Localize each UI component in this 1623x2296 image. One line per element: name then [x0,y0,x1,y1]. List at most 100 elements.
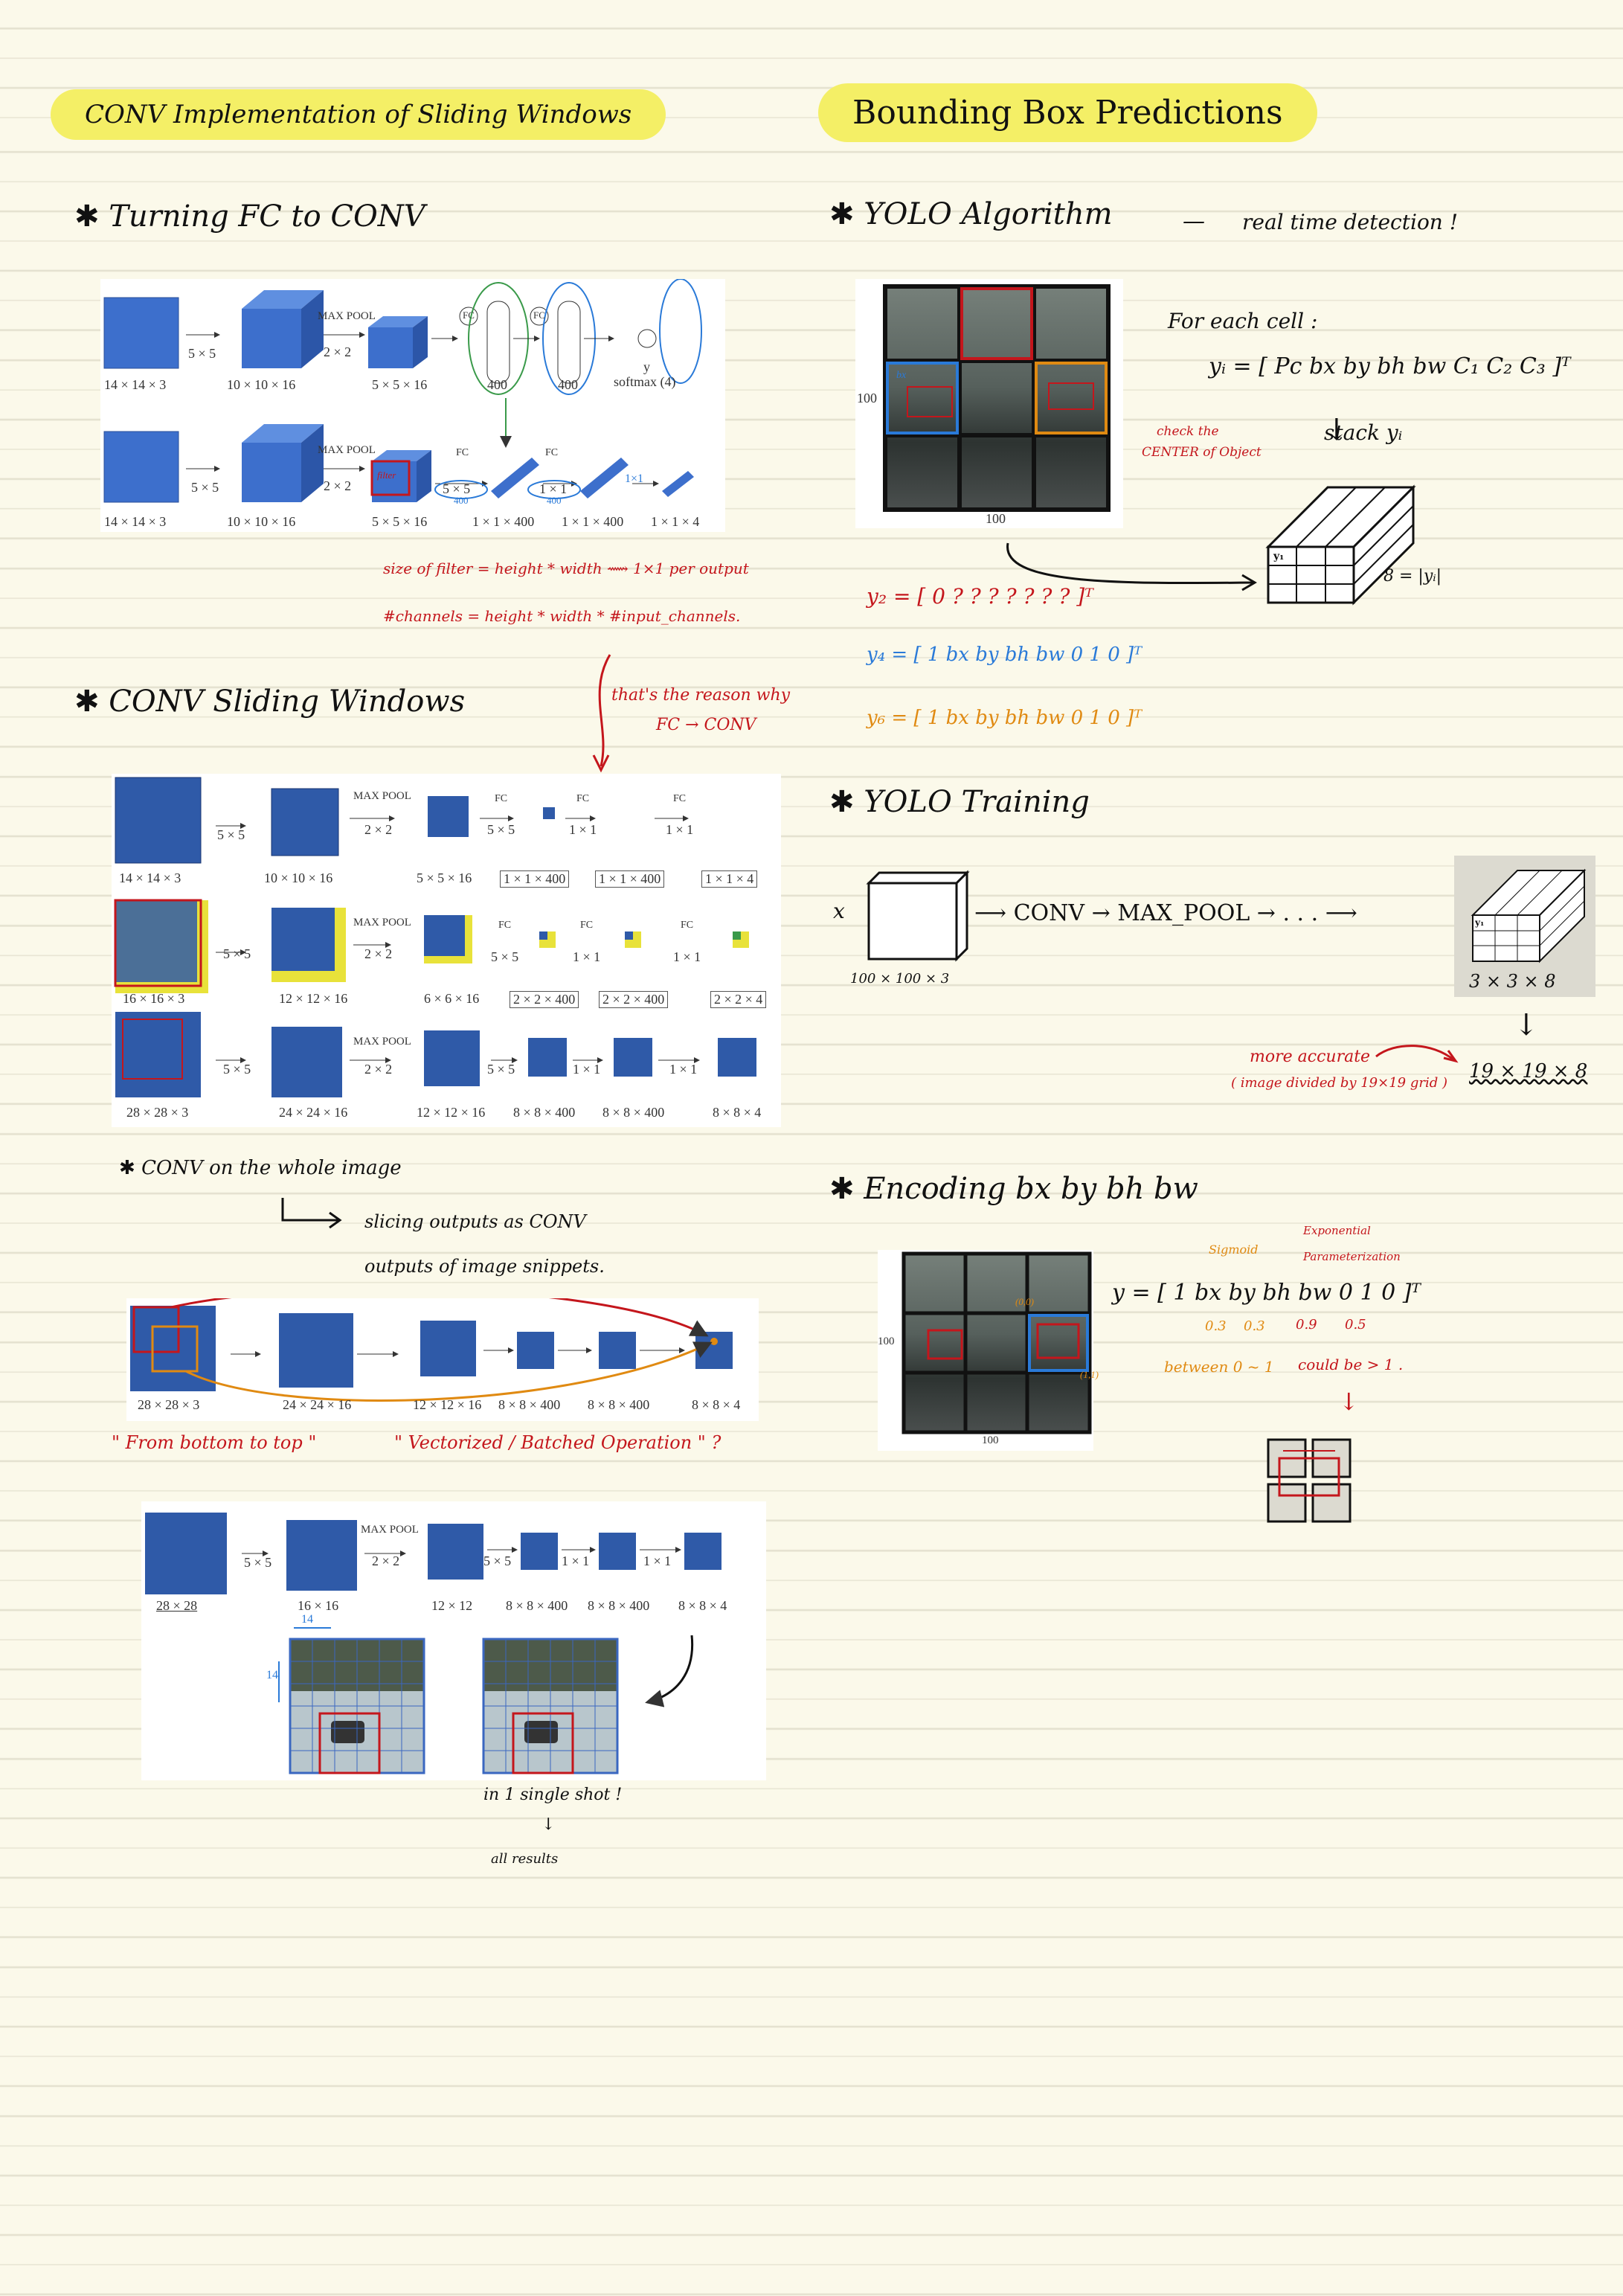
kernel-label: 5 × 5 [223,1062,251,1077]
fc-conv-bar-3 [662,471,694,497]
dim-label: 16 × 16 × 3 [123,991,185,1006]
reason-note: that's the reason why [611,686,791,705]
dim-label: 24 × 24 × 16 [279,1105,348,1120]
bh-value: 0.9 [1296,1317,1317,1333]
pool-grid-12 [420,1321,476,1376]
out-8x8 [695,1332,733,1369]
notes-page: { "left": { "title": "CONV Implementatio… [0,0,1623,2296]
conv-grid-24 [279,1313,353,1388]
kernel-label: 5 × 5 [188,346,216,361]
dim-label: 2 × 2 × 4 [710,991,767,1008]
dim-label: 8 × 8 × 400 [498,1397,561,1412]
dim-label: 2 × 2 × 400 [510,991,579,1008]
units-label: 400 [454,495,469,506]
dash: — [1183,208,1205,234]
dim-label: 6 × 6 × 16 [424,991,480,1006]
fc-layer-1 [486,301,510,384]
output-volume-3x3x8 [1265,484,1416,606]
cell-6-box [1035,362,1108,434]
dim-label: 10 × 10 × 16 [227,514,296,529]
axis-label-100: 100 [857,391,877,405]
star-icon: ✱ [74,684,100,719]
dim-label: 2 × 2 × 400 [599,991,669,1008]
for-each-cell: For each cell : [1168,309,1318,333]
heading-conv-sliding-windows: ✱ CONV Sliding Windows [74,684,466,719]
out-8x8 [528,1038,567,1077]
bw-value: 0.5 [1345,1317,1366,1333]
fc-to-conv-figure: 14 × 14 × 3 10 × 10 × 16 5 × 5 × 16 5 × … [100,278,725,532]
star-icon: ✱ [119,1157,135,1179]
y1-label: y₁ [1475,917,1485,928]
kernel-label: 5 × 5 [487,1062,515,1077]
star-icon: ✱ [829,1172,855,1206]
out-8x8 [599,1533,636,1570]
dim-label: 8 × 8 × 400 [588,1397,650,1412]
dim-label: 1 × 1 × 4 [651,514,700,529]
bottom-to-top-note: " From bottom to top " [112,1432,317,1453]
red-arrow-icon [592,654,611,773]
input-dims: 100 × 100 × 3 [850,971,950,987]
fc-label: FC [681,920,694,931]
kernel-label: 1 × 1 [573,1062,601,1077]
pool-size-label: 2 × 2 [324,478,352,493]
right-arrow-icon: ⟶ [1325,900,1357,926]
vectorized-note: " Vectorized / Batched Operation " ? [394,1432,721,1453]
fc-label: FC [498,920,512,931]
dim-label: 8 × 8 × 400 [506,1598,568,1613]
right-page-title: Bounding Box Predictions [818,83,1317,142]
yolo-grid-overlay [883,284,1111,512]
y-label: y [643,359,650,374]
channels-note: #channels = height * width * #input_chan… [383,607,741,625]
heading-yolo-training: ✱ YOLO Training [829,785,1090,819]
kernel-label: 5 × 5 [223,946,251,961]
out-cell [543,807,555,819]
bx-value: 0.3 [1205,1318,1227,1334]
maxpool-label: MAX POOL [353,917,411,929]
size-label: 14 [266,1669,278,1681]
snippets-note: outputs of image snippets. [364,1256,605,1277]
pool-size-label: 2 × 2 [372,1553,400,1568]
dim-label: 24 × 24 × 16 [283,1397,352,1412]
parameterization-label: Parameterization [1303,1250,1401,1263]
fc-label: FC [456,447,469,458]
dim-label: 8 × 8 × 4 [713,1105,762,1120]
sigmoid-label: Sigmoid [1209,1242,1259,1257]
pool-size-label: 2 × 2 [364,822,393,837]
dim-label: 1 × 1 × 400 [562,514,624,529]
kernel-label: 1 × 1 [569,822,597,837]
conv-cube-bottom [242,443,301,502]
dim-label: 8 × 8 × 4 [692,1397,741,1412]
maxpool-label: MAX POOL [353,790,411,802]
yi-vector: yᵢ = [ Pc bx by bh bw C₁ C₂ C₃ ]ᵀ [1209,353,1571,379]
y4-vector: y₄ = [ 1 bx by bh bw 0 1 0 ]ᵀ [867,644,1142,666]
maxpool-label: MAX POOL [318,310,376,322]
single-shot-figure: 28 × 28 16 × 16 12 × 12 8 × 8 × 400 8 × … [141,1501,766,1780]
dim-label: 10 × 10 × 16 [227,377,296,392]
dim-label: 14 × 14 × 3 [104,377,167,392]
out-8x8 [517,1332,554,1369]
kernel-label: 5 × 5 [244,1555,272,1570]
red-arrow-icon [1375,1045,1459,1063]
y6-vector: y₆ = [ 1 bx by bh bw 0 1 0 ]ᵀ [867,707,1142,729]
y2-vector: y₂ = [ 0 ? ? ? ? ? ? ? ]ᵀ [867,584,1093,609]
input-grid-28 [115,1012,201,1097]
whole-image-figure: 28 × 28 × 3 24 × 24 × 16 12 × 12 × 16 8 … [126,1287,759,1421]
exponential-label: Exponential [1303,1224,1371,1237]
fc-label: FC [495,793,508,804]
dim-label: 1 × 1 × 4 [701,870,758,888]
conv-cube-top [242,309,301,368]
maxpool-label: MAX POOL [353,1036,411,1048]
eight-note: 8 = |yᵢ| [1383,567,1442,586]
fc-to-conv-note: FC → CONV [656,716,756,734]
axis-label-100: 100 [878,1335,895,1347]
star-icon: ✱ [74,199,100,234]
kernel-label: 5 × 5 [491,949,519,964]
maxpool-label: MAX POOL [318,444,376,456]
curved-arrow-icon [281,1198,342,1229]
corner-label: (1,1) [1080,1369,1099,1380]
out-8x8 [614,1038,652,1077]
kernel-label: 1×1 [625,472,644,485]
kernel-label: 1 × 1 [666,822,694,837]
more-accurate-note: more accurate [1250,1048,1371,1066]
kernel-label: 1 × 1 [562,1553,590,1568]
